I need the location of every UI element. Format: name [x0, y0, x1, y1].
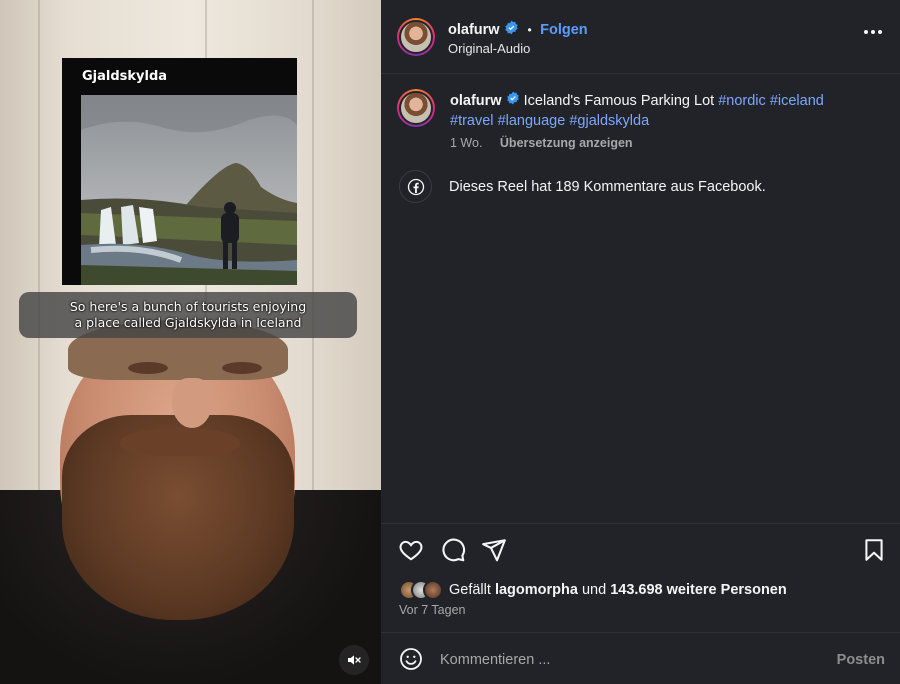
wall-trim: [38, 0, 40, 520]
liker-avatar: [423, 580, 443, 600]
comment-icon: [442, 538, 466, 562]
dot: [864, 30, 868, 34]
username-link[interactable]: olafurw: [448, 22, 500, 38]
liker-username[interactable]: lagomorpha: [495, 582, 578, 598]
verified-badge-icon: [504, 20, 519, 40]
heart-icon: [399, 540, 423, 561]
emoji-button[interactable]: [399, 647, 423, 676]
reel-video[interactable]: Gjaldskylda So here's a bunch of tourist…: [0, 0, 381, 684]
caption-text: Iceland's Famous Parking Lot: [523, 93, 715, 109]
audio-link[interactable]: Original-Audio: [448, 41, 530, 56]
post-timestamp: Vor 7 Tagen: [399, 603, 466, 617]
comment-bar: Kommentieren ... Posten: [381, 632, 900, 684]
wall-trim: [312, 0, 314, 520]
post-header: olafurw • Folgen Original-Audio: [381, 0, 900, 74]
follow-button[interactable]: Folgen: [540, 22, 588, 38]
overlay-card: Gjaldskylda: [62, 58, 297, 285]
subtitle-line: So here's a bunch of tourists enjoying: [69, 299, 307, 314]
post-comment-button[interactable]: Posten: [837, 652, 885, 668]
speaker-muted-icon: [348, 655, 361, 665]
avatar-image: [399, 20, 433, 54]
avatar-image: [399, 91, 433, 125]
mute-button[interactable]: [339, 645, 369, 675]
more-options-icon[interactable]: [864, 30, 882, 34]
like-button[interactable]: [398, 537, 424, 563]
likes-summary[interactable]: Gefällt lagomorpha und 143.698 weitere P…: [399, 580, 787, 600]
facebook-comments-notice: Dieses Reel hat 189 Kommentare aus Faceb…: [399, 170, 766, 203]
bookmark-icon: [865, 539, 883, 561]
person-eye: [222, 362, 262, 374]
facebook-icon: [399, 170, 432, 203]
video-subtitle: So here's a bunch of tourists enjoying a…: [19, 292, 357, 338]
facebook-notice-text: Dieses Reel hat 189 Kommentare aus Faceb…: [449, 178, 766, 195]
divider: [381, 523, 900, 524]
dot: [878, 30, 882, 34]
verified-badge-icon: [506, 91, 520, 111]
hashtag-link[interactable]: #iceland: [770, 93, 824, 109]
comment-button[interactable]: [440, 537, 466, 563]
paper-plane-icon: [482, 539, 506, 562]
hashtag-link[interactable]: #travel: [450, 113, 494, 129]
header-title-row: olafurw • Folgen: [448, 20, 588, 40]
person-mustache: [120, 428, 240, 456]
save-button[interactable]: [861, 537, 887, 563]
likes-count[interactable]: 143.698 weitere Personen: [610, 582, 787, 598]
likes-prefix: Gefällt: [449, 582, 491, 598]
smiley-icon: [400, 648, 422, 670]
post-panel: olafurw • Folgen Original-Audio olafurw …: [381, 0, 900, 684]
hashtag-link[interactable]: #language: [498, 113, 566, 129]
dot: [871, 30, 875, 34]
likes-middle: und: [581, 582, 607, 598]
hashtag-link[interactable]: #gjaldskylda: [569, 113, 649, 129]
caption-meta: 1 Wo. Übersetzung anzeigen: [450, 136, 633, 150]
translate-link[interactable]: Übersetzung anzeigen: [500, 136, 633, 150]
likes-text: Gefällt lagomorpha und 143.698 weitere P…: [449, 582, 787, 598]
share-button[interactable]: [481, 537, 507, 563]
caption-username[interactable]: olafurw: [450, 93, 502, 109]
person-nose: [172, 378, 212, 428]
subtitle-line: a place called Gjaldskylda in Iceland: [74, 315, 302, 330]
person-eye: [128, 362, 168, 374]
caption-avatar[interactable]: [397, 89, 435, 127]
comment-input[interactable]: Kommentieren ...: [440, 652, 550, 668]
avatar[interactable]: [397, 18, 435, 56]
post-caption: olafurw Iceland's Famous Parking Lot #no…: [450, 91, 870, 131]
hashtag-link[interactable]: #nordic: [718, 93, 766, 109]
waterfall-photo: [81, 95, 297, 285]
post-age: 1 Wo.: [450, 136, 483, 150]
card-title: Gjaldskylda: [82, 69, 168, 84]
separator-dot: •: [527, 23, 532, 38]
